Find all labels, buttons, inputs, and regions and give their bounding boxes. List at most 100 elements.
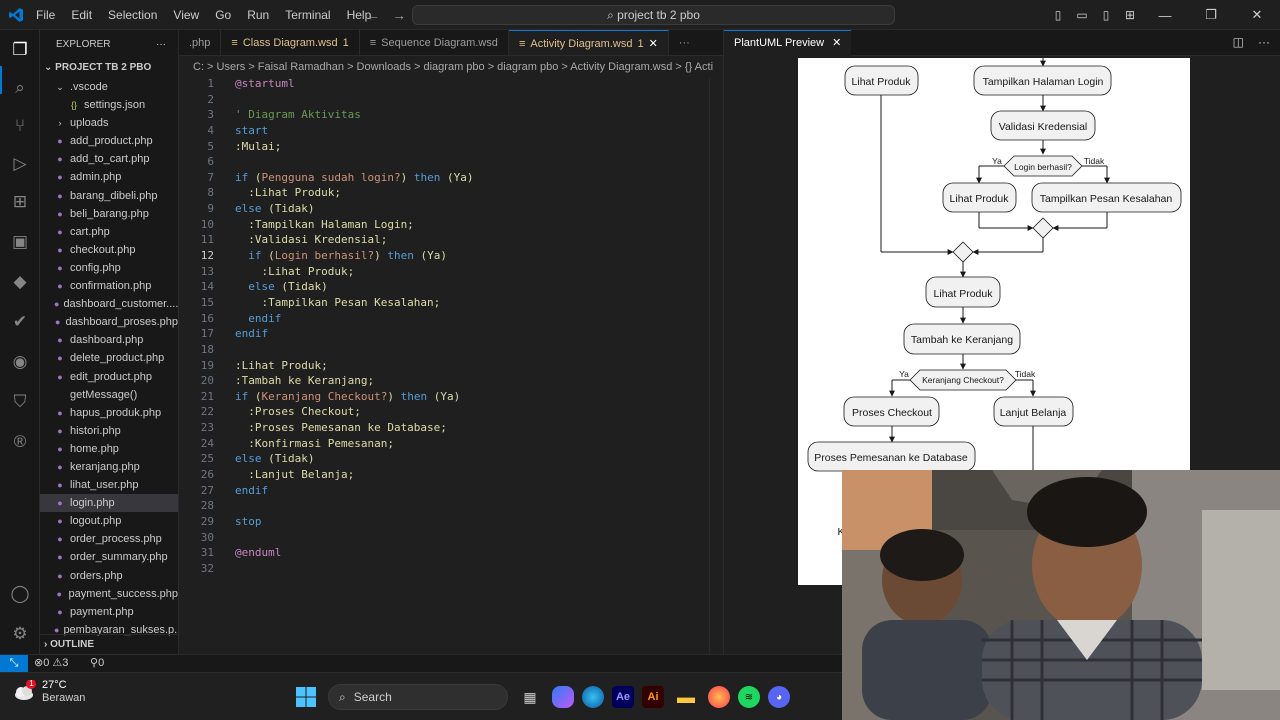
forward-arrow-icon[interactable]: → xyxy=(392,7,406,23)
tab-plantuml-preview[interactable]: PlantUML Preview ✕ xyxy=(724,29,852,56)
code-line[interactable]: 26 :Lanjut Belanja; xyxy=(179,467,723,483)
code-line[interactable]: 9 else (Tidak) xyxy=(179,201,723,217)
code-line[interactable]: 25 else (Tidak) xyxy=(179,451,723,467)
file-item[interactable]: ● payment_success.php xyxy=(40,585,178,603)
code-line[interactable]: 28 xyxy=(179,498,723,514)
search-icon[interactable]: ⌕ xyxy=(8,76,32,100)
code-line[interactable]: 1 @startuml xyxy=(179,76,723,92)
source-control-icon[interactable]: ⑂ xyxy=(8,114,32,138)
split-editor-icon[interactable]: ◫ xyxy=(1233,35,1244,49)
file-item[interactable]: {} settings.json xyxy=(40,96,178,114)
illustrator-icon[interactable]: Ai xyxy=(642,686,664,708)
file-item[interactable]: ● cart.php xyxy=(40,223,178,241)
minimap[interactable] xyxy=(709,78,723,654)
windows-start-icon[interactable] xyxy=(292,683,320,711)
file-item[interactable]: ● dashboard.php xyxy=(40,331,178,349)
toggle-sidebar-icon[interactable]: ▯ xyxy=(1046,8,1070,22)
copilot-icon[interactable] xyxy=(552,686,574,708)
toggle-panel-icon[interactable]: ▭ xyxy=(1070,8,1094,22)
code-line[interactable]: 10 :Tampilkan Halaman Login; xyxy=(179,217,723,233)
code-line[interactable]: 17 endif xyxy=(179,326,723,342)
file-item[interactable]: ● edit_product.php xyxy=(40,368,178,386)
code-line[interactable]: 16 endif xyxy=(179,311,723,327)
code-line[interactable]: 15 :Tampilkan Pesan Kesalahan; xyxy=(179,295,723,311)
folder-item[interactable]: › uploads xyxy=(40,114,178,132)
firefox-icon[interactable] xyxy=(708,686,730,708)
file-item[interactable]: ● add_to_cart.php xyxy=(40,150,178,168)
file-item[interactable]: ● delete_product.php xyxy=(40,349,178,367)
account-icon[interactable]: ◯ xyxy=(8,582,32,606)
code-line[interactable]: 18 xyxy=(179,342,723,358)
gear-icon[interactable]: ⚙ xyxy=(8,622,32,646)
outline-section[interactable]: › OUTLINE xyxy=(40,634,178,654)
code-line[interactable]: 22 :Proses Checkout; xyxy=(179,404,723,420)
menu-edit[interactable]: Edit xyxy=(63,0,100,30)
file-item[interactable]: ● checkout.php xyxy=(40,241,178,259)
code-line[interactable]: 14 else (Tidak) xyxy=(179,279,723,295)
file-item[interactable]: ● order_process.php xyxy=(40,530,178,548)
discord-icon[interactable]: ◕ xyxy=(768,686,790,708)
file-item[interactable]: ● home.php xyxy=(40,440,178,458)
close-tab-icon[interactable]: ✕ xyxy=(649,31,658,56)
code-editor[interactable]: 1 @startuml 2 3 ' Diagram Aktivitas 4 start 5:M… xyxy=(179,76,723,596)
weather-widget[interactable]: 1 27°C Berawan xyxy=(12,679,85,705)
code-line[interactable]: 19:Lihat Produk; xyxy=(179,358,723,374)
code-line[interactable]: 20:Tambah ke Keranjang; xyxy=(179,373,723,389)
edge-icon[interactable] xyxy=(582,686,604,708)
file-item[interactable]: ● dashboard_proses.php xyxy=(40,313,178,331)
tab-php[interactable]: .php xyxy=(179,30,222,55)
spotify-icon[interactable]: ≋ xyxy=(738,686,760,708)
code-line[interactable]: 30 xyxy=(179,530,723,546)
file-item[interactable]: ● confirmation.php xyxy=(40,277,178,295)
editor-more-actions[interactable]: ··· xyxy=(669,30,700,55)
tab-class-diagram[interactable]: ≡ Class Diagram.wsd 1 xyxy=(221,30,360,55)
restore-button[interactable]: ❐ xyxy=(1188,7,1234,23)
file-item[interactable]: ● barang_dibeli.php xyxy=(40,187,178,205)
run-debug-icon[interactable]: ▷ xyxy=(8,152,32,176)
shield-check-icon[interactable]: ⛉ xyxy=(8,390,32,414)
ports-status[interactable]: ⚲0 xyxy=(90,655,104,672)
minimize-button[interactable]: — xyxy=(1142,8,1188,23)
breadcrumb[interactable]: C: > Users > Faisal Ramadhan > Downloads… xyxy=(179,56,723,78)
remote-explorer-icon[interactable]: ▣ xyxy=(8,230,32,254)
command-center-search[interactable]: ⌕ project tb 2 pbo xyxy=(412,5,895,25)
explorer-icon[interactable]: ❐ xyxy=(8,38,32,62)
json-icon[interactable]: ◉ xyxy=(8,350,32,374)
toggle-secondary-sidebar-icon[interactable]: ▯ xyxy=(1094,8,1118,22)
file-item[interactable]: ● keranjang.php xyxy=(40,458,178,476)
file-item[interactable]: getMessage() xyxy=(40,386,178,404)
more-actions-icon[interactable]: ··· xyxy=(1258,35,1270,49)
remote-indicator-icon[interactable]: ⤡ xyxy=(0,655,28,673)
problems-status[interactable]: ⊗0 ⚠3 xyxy=(34,655,68,672)
menu-terminal[interactable]: Terminal xyxy=(277,0,338,30)
r-icon[interactable]: ® xyxy=(8,430,32,454)
file-item[interactable]: ● beli_barang.php xyxy=(40,205,178,223)
code-line[interactable]: 27 endif xyxy=(179,483,723,499)
back-arrow-icon[interactable]: ← xyxy=(366,7,380,23)
after-effects-icon[interactable]: Ae xyxy=(612,686,634,708)
file-item[interactable]: ● dashboard_customer.... xyxy=(40,295,178,313)
file-item[interactable]: ● add_product.php xyxy=(40,132,178,150)
code-line[interactable]: 8 :Lihat Produk; xyxy=(179,185,723,201)
code-line[interactable]: 32 xyxy=(179,561,723,577)
python-icon[interactable]: ◆ xyxy=(8,270,32,294)
menu-run[interactable]: Run xyxy=(239,0,277,30)
file-item[interactable]: ● admin.php xyxy=(40,168,178,186)
code-line[interactable]: 29 stop xyxy=(179,514,723,530)
file-item[interactable]: ● logout.php xyxy=(40,512,178,530)
file-item[interactable]: ● order_summary.php xyxy=(40,548,178,566)
file-item[interactable]: ● payment.php xyxy=(40,603,178,621)
code-line[interactable]: 11 :Validasi Kredensial; xyxy=(179,232,723,248)
file-item[interactable]: ● config.php xyxy=(40,259,178,277)
file-item[interactable]: ● lihat_user.php xyxy=(40,476,178,494)
file-item[interactable]: ● login.php xyxy=(40,494,178,513)
testing-icon[interactable]: ✔ xyxy=(8,310,32,334)
tab-sequence-diagram[interactable]: ≡ Sequence Diagram.wsd xyxy=(360,30,509,55)
code-line[interactable]: 23 :Proses Pemesanan ke Database; xyxy=(179,420,723,436)
file-item[interactable]: ● orders.php xyxy=(40,567,178,585)
code-line[interactable]: 24 :Konfirmasi Pemesanan; xyxy=(179,436,723,452)
project-folder[interactable]: ⌄ PROJECT TB 2 PBO xyxy=(40,58,178,78)
customize-layout-icon[interactable]: ⊞ xyxy=(1118,8,1142,22)
file-explorer-icon[interactable]: ▬ xyxy=(672,683,700,711)
task-view-icon[interactable]: ▦ xyxy=(516,683,544,711)
